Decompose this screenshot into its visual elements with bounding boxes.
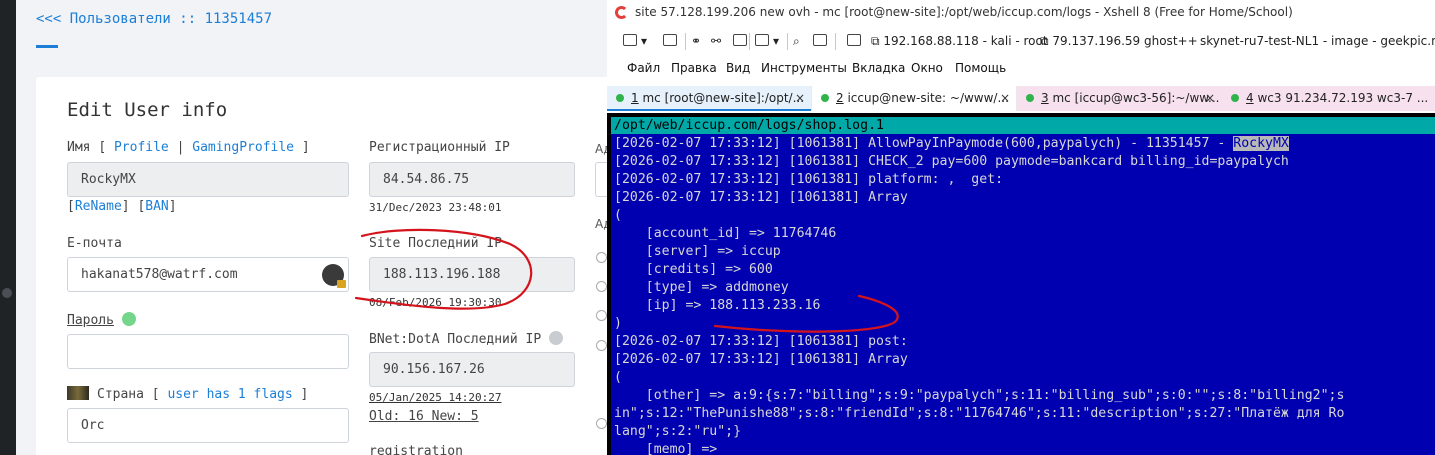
clipped-label: Ад — [595, 217, 607, 231]
country-field[interactable]: Orc — [67, 408, 349, 443]
reg-ip-label: Регистрационный IP — [369, 140, 510, 155]
email-field[interactable]: hakanat578@watrf.com — [67, 257, 349, 292]
red-annotation-underline — [713, 294, 899, 333]
bnet-ip-label-row: BNet:DotA Последний IP — [369, 331, 564, 347]
password-label: Пароль — [67, 313, 114, 328]
ban-link[interactable]: BAN — [145, 199, 168, 214]
name-field[interactable]: RockyMX — [67, 162, 349, 197]
status-dot-icon — [121, 312, 136, 326]
bracket-open: [ — [98, 140, 107, 155]
site-ip-date: 08/Feb/2026 19:30:30 — [369, 296, 502, 309]
name-actions: [ReName] [BAN] — [67, 199, 177, 214]
bnet-ip-date[interactable]: 05/Jan/2025 14:20:27 — [369, 391, 501, 404]
registration-label: registration — [369, 444, 463, 455]
reg-ip-field[interactable]: 84.54.86.75 — [369, 162, 575, 197]
password-label-row: Пароль — [67, 312, 136, 328]
country-label: Страна — [97, 387, 144, 402]
radio-button[interactable] — [596, 281, 607, 292]
bracket-close: ] — [301, 140, 310, 155]
user-flags-link[interactable]: user has 1 flags — [167, 387, 292, 402]
clipped-field[interactable] — [595, 162, 607, 197]
rename-link[interactable]: ReName — [75, 199, 122, 214]
separator: | — [176, 140, 185, 155]
old-new-counts: Old: 16 New: 5 — [369, 409, 479, 424]
password-field[interactable] — [67, 334, 349, 369]
breadcrumb[interactable]: <<< Пользователи :: 11351457 — [36, 11, 272, 27]
bnet-ip-field[interactable]: 90.156.167.26 — [369, 352, 575, 387]
clipped-label: Ад — [595, 142, 607, 156]
flag-icon — [67, 386, 89, 400]
radio-button[interactable] — [596, 418, 607, 429]
scroll-dot — [2, 288, 12, 298]
name-label-row: Имя [ Profile | GamingProfile ] — [67, 140, 310, 155]
site-ip-field[interactable]: 188.113.196.188 — [369, 257, 575, 292]
profile-link[interactable]: Profile — [114, 140, 169, 155]
country-label-row: Страна [ user has 1 flags ] — [67, 386, 308, 402]
bnet-ip-label: BNet:DotA Последний IP — [369, 332, 542, 347]
site-ip-label: Site Последний IP — [369, 236, 503, 251]
reg-ip-date: 31/Dec/2023 23:48:01 — [369, 201, 502, 214]
radio-button[interactable] — [596, 252, 607, 263]
radio-button[interactable] — [596, 340, 607, 351]
gaming-profile-link[interactable]: GamingProfile — [192, 140, 294, 155]
password-manager-lock-icon[interactable] — [322, 264, 346, 288]
page-title: Edit User info — [67, 99, 228, 121]
background-strip — [0, 0, 16, 455]
breadcrumb-underline — [36, 45, 58, 48]
radio-button[interactable] — [596, 310, 607, 321]
status-dot-icon — [549, 331, 564, 345]
admin-panel: <<< Пользователи :: 11351457 Edit User i… — [0, 0, 607, 455]
email-label: E-почта — [67, 236, 122, 251]
xshell-window: site 57.128.199.206 new ovh - mc [root@n… — [607, 0, 1435, 455]
name-label: Имя — [67, 140, 91, 155]
